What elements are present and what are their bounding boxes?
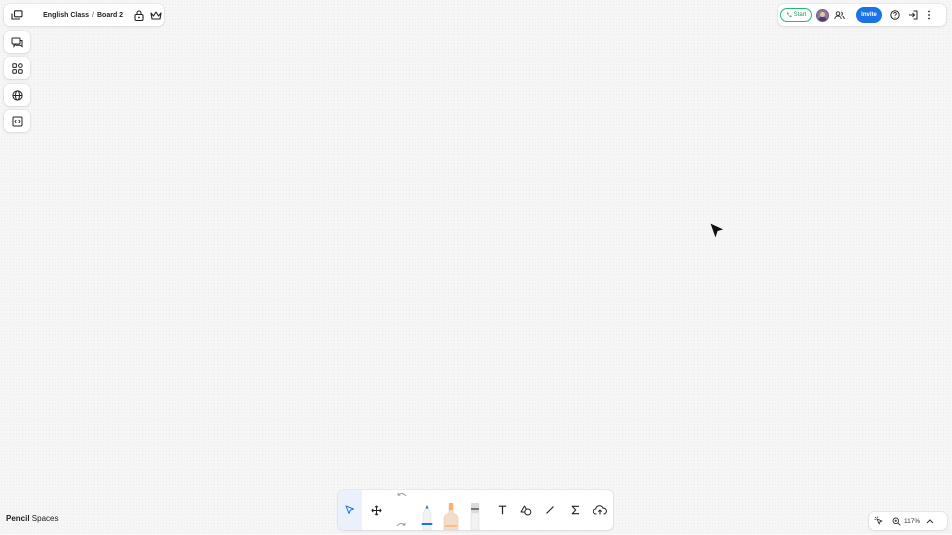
sigma-icon — [571, 505, 580, 515]
text-tool[interactable] — [490, 490, 514, 530]
eraser-tool[interactable] — [468, 500, 484, 530]
mouse-cursor-icon — [709, 222, 725, 239]
start-call-button[interactable]: Start — [780, 8, 812, 22]
chat-icon — [11, 37, 23, 48]
pen-tool[interactable] — [419, 500, 435, 530]
shapes-tool[interactable] — [514, 490, 538, 530]
invite-button[interactable]: Invite — [856, 7, 882, 23]
laser-pointer-icon[interactable] — [869, 512, 889, 530]
select-arrow-icon — [345, 505, 355, 515]
web-browser-button[interactable] — [4, 84, 30, 106]
select-tool[interactable] — [338, 490, 362, 530]
upload-tool[interactable] — [588, 490, 612, 530]
help-icon[interactable] — [888, 8, 902, 22]
shapes-icon — [520, 505, 532, 516]
breadcrumb-board[interactable]: Board 2 — [97, 12, 123, 19]
lock-icon[interactable] — [131, 5, 146, 25]
line-tool[interactable] — [538, 490, 562, 530]
line-icon — [545, 505, 555, 515]
embed-code-icon — [12, 116, 23, 127]
text-t-icon — [498, 505, 507, 515]
chat-button[interactable] — [4, 31, 30, 53]
zoom-icon[interactable] — [891, 512, 901, 530]
breadcrumb-separator: / — [92, 11, 94, 19]
start-call-label: Start — [793, 12, 807, 18]
history-controls — [391, 492, 411, 528]
participants-icon[interactable] — [832, 8, 846, 22]
whiteboard-canvas[interactable] — [0, 0, 952, 534]
math-tool[interactable] — [563, 490, 587, 530]
embed-button[interactable] — [4, 110, 30, 132]
drawing-toolbar — [338, 490, 613, 530]
boards-icon[interactable] — [4, 4, 29, 26]
phone-icon — [786, 12, 792, 18]
crown-icon[interactable] — [149, 5, 164, 25]
brand-logo: Pencil Spaces — [6, 514, 58, 523]
avatar[interactable] — [816, 8, 829, 22]
orange-highlighter-icon — [442, 500, 460, 530]
brand-bold: Pencil — [6, 514, 30, 523]
chevron-up-icon[interactable] — [924, 512, 936, 530]
zoom-controls: 117% — [869, 512, 947, 530]
cloud-upload-icon — [593, 505, 607, 515]
move-arrows-icon — [370, 504, 382, 516]
redo-icon[interactable] — [396, 522, 407, 528]
brand-rest: Spaces — [29, 514, 59, 523]
undo-icon[interactable] — [396, 492, 407, 498]
globe-icon — [11, 89, 23, 101]
apps-button[interactable] — [4, 57, 30, 79]
highlighter-tool[interactable] — [442, 500, 460, 530]
breadcrumb: English Class / Board 2 — [43, 12, 123, 19]
apps-grid-icon — [11, 62, 23, 74]
eraser-icon — [468, 500, 482, 530]
session-controls: Start Invite — [778, 4, 946, 26]
more-options-icon[interactable] — [922, 8, 936, 22]
move-tool[interactable] — [364, 490, 388, 530]
blue-pen-icon — [419, 500, 435, 530]
zoom-level[interactable]: 117% — [904, 518, 920, 525]
exit-icon[interactable] — [906, 8, 920, 22]
breadcrumb-class[interactable]: English Class — [43, 12, 89, 19]
board-header: English Class / Board 2 — [4, 4, 164, 26]
